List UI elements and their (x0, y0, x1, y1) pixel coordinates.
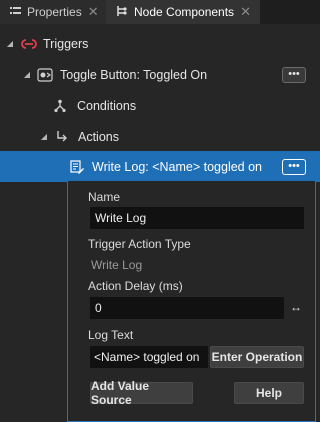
tree-item-toggle-button[interactable]: ◢ Toggle Button: Toggled On ••• (0, 59, 320, 90)
node-components-panel: ◢ Triggers ◢ Toggle Button: Toggled On •… (0, 24, 320, 422)
tree-item-conditions[interactable]: Conditions (0, 90, 320, 121)
log-text-field[interactable]: <Name> toggled on (90, 346, 208, 368)
close-icon[interactable]: ✕ (88, 4, 99, 20)
tree-item-label: Toggle Button: Toggled On (60, 67, 208, 82)
more-options-button[interactable]: ••• (282, 158, 306, 175)
action-delay-field[interactable]: 0 (90, 297, 284, 319)
node-components-icon (116, 5, 128, 20)
chevron-down-icon[interactable]: ◢ (39, 132, 49, 141)
log-text-label: Log Text (88, 328, 134, 342)
tree-item-label: Triggers (43, 36, 89, 51)
action-editor: Name Write Log Trigger Action Type Write… (67, 181, 316, 422)
tab-properties-label: Properties (27, 5, 82, 19)
name-field[interactable]: Write Log (90, 207, 304, 229)
actions-icon (54, 129, 70, 145)
tab-node-components-label: Node Components (134, 5, 235, 19)
tree-item-label: Actions (78, 129, 119, 144)
chevron-down-icon[interactable]: ◢ (22, 70, 32, 79)
tree-item-label: Conditions (77, 98, 137, 113)
help-button[interactable]: Help (234, 382, 304, 404)
add-value-source-button[interactable]: Add Value Source (90, 379, 193, 407)
trigger-icon (21, 36, 37, 52)
tab-node-components[interactable]: Node Components ✕ (106, 0, 260, 24)
toggle-button-icon (37, 67, 53, 83)
tree-item-triggers[interactable]: ◢ Triggers (0, 28, 320, 59)
tree-item-actions[interactable]: ◢ Actions (0, 121, 320, 152)
name-label: Name (88, 190, 121, 204)
tree-item-label: Write Log: <Name> toggled on (92, 159, 263, 174)
trigger-action-type-label: Trigger Action Type (88, 237, 191, 251)
tab-properties[interactable]: Properties ✕ (0, 0, 106, 24)
trigger-action-type-value: Write Log (91, 258, 143, 272)
tree-item-write-log[interactable]: Write Log: <Name> toggled on ••• (0, 151, 320, 182)
action-delay-label: Action Delay (ms) (88, 279, 183, 293)
chevron-down-icon[interactable]: ◢ (5, 39, 15, 48)
close-icon[interactable]: ✕ (240, 4, 251, 20)
more-options-button[interactable]: ••• (282, 66, 306, 83)
drag-arrows-icon[interactable]: ↔ (290, 300, 302, 314)
tab-bar: Properties ✕ Node Components ✕ (0, 0, 320, 24)
enter-operation-button[interactable]: Enter Operation (210, 346, 304, 368)
conditions-icon (52, 98, 68, 114)
write-log-icon (69, 159, 85, 175)
list-icon (10, 5, 21, 19)
